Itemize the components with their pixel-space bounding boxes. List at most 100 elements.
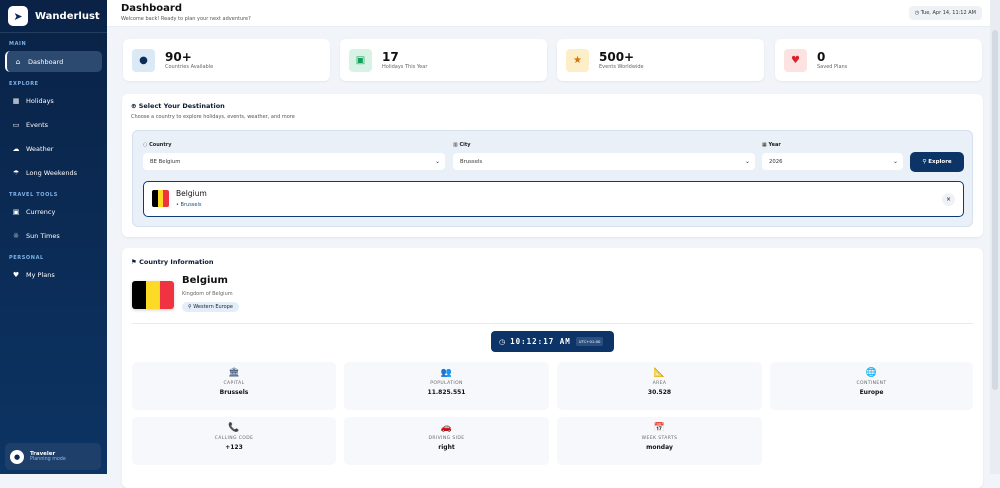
selected-destination: Belgium • Brussels × — [143, 181, 964, 217]
fact-continent: 🌐 CONTINENT Europe — [770, 362, 973, 410]
stat-label: Holidays This Year — [382, 64, 428, 70]
flag-icon: ⚑ — [131, 258, 140, 266]
year-value: 2026 — [769, 158, 783, 165]
fact-label: AREA — [652, 381, 667, 386]
money-icon: ▣ — [12, 207, 20, 216]
phone-icon: 📞 — [228, 423, 240, 433]
scrollbar-thumb[interactable] — [992, 30, 998, 390]
fact-value: +123 — [225, 444, 243, 451]
stat-value: 90+ — [165, 50, 192, 64]
datetime-badge: ◷ Tue, Apr 14, 11:12 AM — [908, 6, 982, 20]
fact-label: POPULATION — [430, 381, 463, 386]
page-title: Dashboard — [121, 3, 182, 14]
local-time-clock: ◷ 10:12:17 AM UTC+01:00 — [491, 331, 614, 352]
fact-value: Europe — [859, 389, 884, 396]
country-select[interactable]: BE Belgium ⌄ — [143, 153, 445, 170]
sidebar-item-long-weekends[interactable]: ☂ Long Weekends — [5, 162, 102, 183]
stat-value: 0 — [817, 50, 826, 64]
utc-offset: UTC+01:00 — [575, 337, 604, 346]
ticket-icon: ▭ — [12, 120, 20, 129]
nav-label: My Plans — [26, 270, 55, 279]
fact-label: CONTINENT — [856, 381, 887, 386]
country-label: ◌ Country — [143, 142, 171, 148]
country-info-panel: ⚑ Country Information Belgium Kingdom of… — [122, 248, 983, 488]
clear-selection-button[interactable]: × — [942, 193, 955, 206]
fact-population: 👥 POPULATION 11.825.551 — [344, 362, 549, 410]
stat-card-holidays: ▣ 17 Holidays This Year — [340, 39, 547, 81]
country-info-title: ⚑ Country Information — [131, 258, 214, 266]
year-select[interactable]: 2026 ⌄ — [762, 153, 903, 170]
star-icon: ★ — [566, 48, 589, 72]
nav-label: Dashboard — [28, 57, 64, 66]
sidebar-item-events[interactable]: ▭ Events — [5, 114, 102, 135]
sidebar: ➤ Wanderlust MAIN ⌂ Dashboard EXPLORE ▦ Ho… — [0, 0, 107, 474]
stat-value: 17 — [382, 50, 399, 64]
city-label: ▥ City — [453, 142, 471, 148]
clock-icon: ◷ — [499, 337, 506, 346]
brand[interactable]: ➤ Wanderlust — [0, 0, 107, 33]
fact-driving-side: 🚗 DRIVING SIDE right — [344, 417, 549, 465]
umbrella-beach-icon: ☂ — [12, 168, 20, 177]
paper-plane-icon: ➤ — [8, 6, 28, 26]
car-icon: 🚗 — [440, 423, 453, 433]
nav-label: Sun Times — [26, 231, 60, 240]
explore-label: Explore — [928, 159, 952, 165]
country-label-text: Country — [149, 142, 172, 148]
nav-label: Holidays — [26, 96, 54, 105]
stat-label: Countries Available — [165, 64, 214, 70]
stat-card-events: ★ 500+ Events Worldwide — [557, 39, 764, 81]
local-time: 10:12:17 AM — [510, 337, 571, 346]
stat-card-saved-plans: ♥ 0 Saved Plans — [775, 39, 982, 81]
fact-value: 30.528 — [647, 389, 672, 396]
calendar-icon: ▦ — [12, 96, 20, 105]
fact-week-starts: 📅 WEEK STARTS monday — [557, 417, 762, 465]
globe-icon: ⊕ — [131, 102, 139, 110]
section-travel-tools: TRAVEL TOOLS — [9, 192, 58, 198]
app-name: Wanderlust — [35, 10, 100, 22]
fact-value: Brussels — [219, 389, 249, 396]
page-subtitle: Welcome back! Ready to plan your next ad… — [121, 16, 251, 22]
section-main: MAIN — [9, 41, 27, 47]
sidebar-item-dashboard[interactable]: ⌂ Dashboard — [5, 51, 102, 72]
fact-capital: 🏛 CAPITAL Brussels — [132, 362, 336, 410]
divider — [132, 323, 973, 324]
user-icon: ● — [10, 449, 24, 464]
selected-country: Belgium — [176, 189, 207, 198]
fact-label: CALLING CODE — [214, 436, 254, 441]
sidebar-item-weather[interactable]: ☁ Weather — [5, 138, 102, 159]
country-info-title-text: Country Information — [139, 258, 214, 266]
landmark-icon: 🏛 — [228, 368, 240, 378]
destination-panel: ⊕ Select Your Destination Choose a count… — [122, 94, 983, 237]
scrollbar[interactable] — [990, 0, 1000, 474]
fact-calling-code: 📞 CALLING CODE +123 — [132, 417, 336, 465]
user-profile[interactable]: ● Traveler Planning mode — [5, 443, 101, 470]
ruler-icon: 📐 — [653, 368, 666, 378]
fact-value: right — [438, 444, 455, 451]
destination-title-text: Select Your Destination — [138, 102, 225, 110]
country-flag — [132, 281, 174, 309]
sidebar-item-holidays[interactable]: ▦ Holidays — [5, 90, 102, 111]
chevron-down-icon: ⌄ — [434, 158, 440, 165]
people-icon: 👥 — [440, 368, 453, 378]
sidebar-item-my-plans[interactable]: ♥ My Plans — [5, 264, 102, 285]
city-select[interactable]: Brussels ⌄ — [453, 153, 755, 170]
destination-title: ⊕ Select Your Destination — [131, 102, 225, 110]
stat-value: 500+ — [599, 50, 635, 64]
nav-label: Events — [26, 120, 49, 129]
globe-icon: 🌐 — [865, 368, 878, 378]
sidebar-item-sun-times[interactable]: ☼ Sun Times — [5, 225, 102, 246]
city-label-text: City — [459, 142, 471, 148]
explore-button[interactable]: ⚲ Explore — [910, 152, 964, 172]
nav-label: Weather — [26, 144, 54, 153]
sidebar-item-currency[interactable]: ▣ Currency — [5, 201, 102, 222]
section-personal: PERSONAL — [9, 255, 44, 261]
country-name: Belgium — [182, 275, 228, 286]
year-label-text: Year — [768, 142, 781, 148]
city-value: Brussels — [460, 158, 483, 165]
calendar-check-icon: ▣ — [349, 48, 372, 72]
home-icon: ⌂ — [15, 57, 21, 66]
chevron-down-icon: ⌄ — [744, 158, 750, 165]
belgium-flag — [152, 190, 169, 207]
stat-card-countries: ● 90+ Countries Available — [123, 39, 330, 81]
country-value: BE Belgium — [150, 158, 181, 165]
